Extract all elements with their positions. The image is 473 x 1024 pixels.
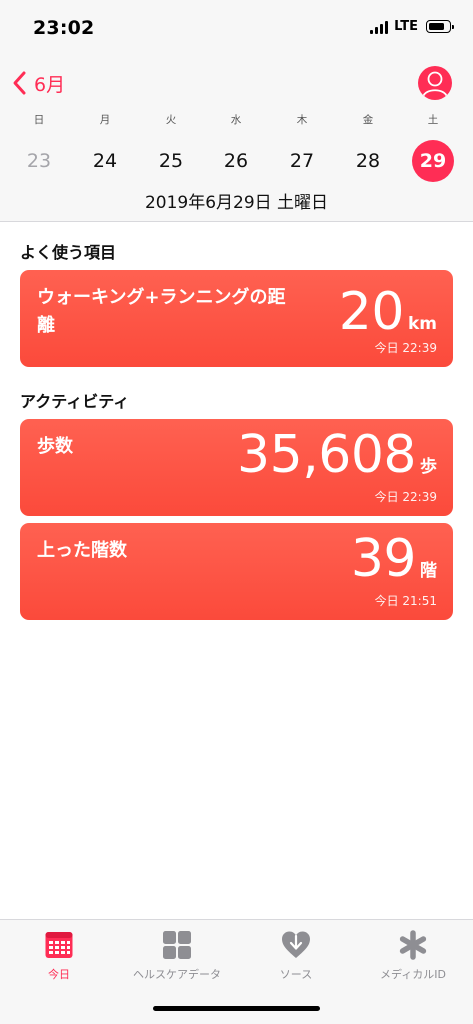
card-label: 歩数	[37, 436, 73, 457]
card-label: ウォーキング+ランニングの距離	[37, 287, 286, 336]
grid-icon	[163, 931, 191, 959]
distance-card[interactable]: ウォーキング+ランニングの距離 20 km 今日 22:39	[20, 270, 453, 367]
weekday-row: 日 月 火 水 木 金 土	[0, 112, 473, 128]
tab-label: ソース	[279, 968, 313, 981]
card-value: 35,608 歩	[237, 425, 437, 485]
profile-icon	[422, 71, 448, 98]
day-row: 23 24 25 26 27 28 29	[0, 140, 473, 182]
tab-label: メディカルID	[380, 968, 446, 981]
day-cell[interactable]: 23	[18, 140, 60, 182]
tab-medical-id[interactable]: メディカルID	[354, 930, 472, 982]
tab-today[interactable]: 今日	[0, 930, 118, 982]
day-cell[interactable]: 26	[215, 140, 257, 182]
chevron-left-icon	[13, 71, 26, 95]
day-cell[interactable]: 25	[150, 140, 192, 182]
battery-icon	[426, 20, 454, 33]
steps-card[interactable]: 歩数 35,608 歩 今日 22:39	[20, 419, 453, 516]
calendar-icon	[45, 932, 73, 958]
weekday-label: 土	[427, 114, 439, 126]
day-cell[interactable]: 27	[281, 140, 323, 182]
status-bar: 23:02 LTE	[0, 0, 473, 60]
card-timestamp: 今日 22:39	[374, 490, 437, 504]
status-time: 23:02	[33, 17, 95, 39]
weekday-label: 日	[33, 114, 45, 126]
profile-button[interactable]	[418, 66, 452, 100]
asterisk-icon	[399, 930, 427, 960]
weekday-label: 木	[296, 114, 308, 126]
signal-icon	[370, 20, 389, 34]
calendar-header: 6月 日 月 火 水 木 金 土 23 24 25 26 27 28 29 20…	[0, 60, 473, 222]
tab-label: ヘルスケアデータ	[133, 968, 221, 981]
card-value-unit: 階	[420, 561, 437, 581]
weekday-label: 水	[230, 114, 242, 126]
card-value-unit: km	[407, 314, 437, 334]
card-value: 20 km	[339, 282, 437, 342]
back-button[interactable]: 6月	[10, 68, 65, 98]
card-timestamp: 今日 22:39	[374, 341, 437, 355]
favorites-heading: よく使う項目	[20, 243, 117, 262]
card-value-number: 20	[338, 282, 405, 342]
card-value-number: 35,608	[237, 425, 416, 485]
heart-download-icon	[282, 931, 310, 958]
card-timestamp: 今日 21:51	[374, 594, 437, 608]
card-value-number: 39	[350, 529, 417, 589]
day-cell-selected[interactable]: 29	[412, 140, 454, 182]
status-indicators: LTE	[370, 19, 454, 34]
card-label: 上った階数	[37, 540, 127, 561]
day-cell[interactable]: 28	[347, 140, 389, 182]
activity-heading: アクティビティ	[20, 392, 130, 411]
tab-health-data[interactable]: ヘルスケアデータ	[118, 930, 236, 982]
network-label: LTE	[394, 19, 418, 34]
selected-date-title: 2019年6月29日 土曜日	[144, 193, 329, 213]
tab-label: 今日	[48, 968, 70, 981]
card-value: 39 階	[351, 529, 437, 589]
weekday-label: 火	[165, 114, 177, 126]
floors-card[interactable]: 上った階数 39 階 今日 21:51	[20, 523, 453, 620]
weekday-label: 月	[99, 114, 111, 126]
weekday-label: 金	[362, 114, 374, 126]
back-label: 6月	[34, 73, 66, 96]
day-cell[interactable]: 24	[84, 140, 126, 182]
card-value-unit: 歩	[420, 457, 437, 477]
home-indicator[interactable]	[153, 1006, 320, 1011]
tab-sources[interactable]: ソース	[237, 930, 355, 982]
